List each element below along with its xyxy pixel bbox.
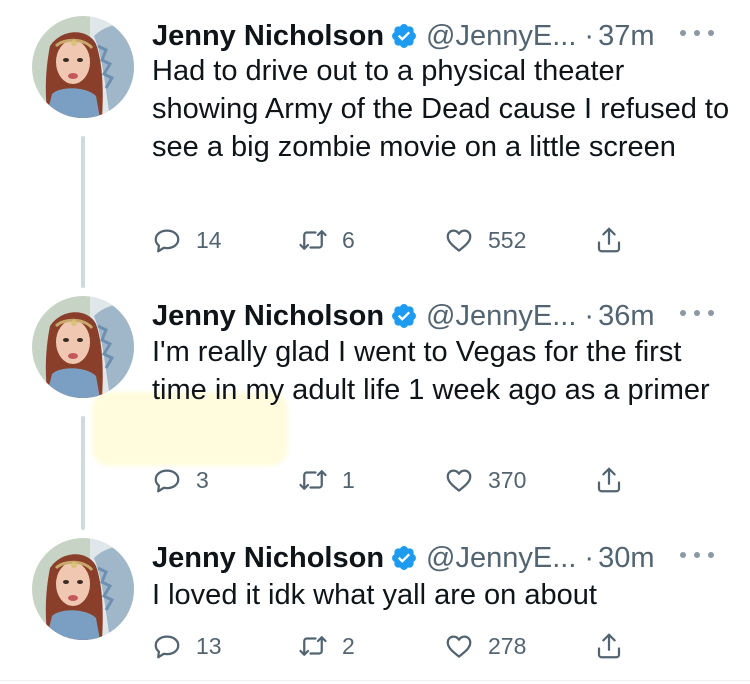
action-bar: 3 1 370: [152, 462, 652, 498]
avatar[interactable]: [32, 296, 134, 398]
reply-button[interactable]: 13: [152, 628, 222, 664]
display-name[interactable]: Jenny Nicholson: [152, 542, 384, 575]
more-options-icon[interactable]: [680, 30, 714, 40]
separator-dot: ·: [584, 541, 595, 574]
retweet-count: 1: [342, 466, 355, 493]
reply-icon: [152, 631, 182, 661]
tweet-text: Had to drive out to a physical theater s…: [152, 55, 730, 163]
timestamp[interactable]: 30m: [598, 542, 654, 575]
display-name[interactable]: Jenny Nicholson: [152, 20, 384, 53]
retweet-icon: [298, 225, 328, 255]
like-count: 552: [488, 226, 527, 253]
verified-badge-icon: [390, 302, 418, 330]
like-button[interactable]: 552: [444, 222, 526, 258]
handle[interactable]: @JennyE...: [426, 20, 576, 53]
share-icon: [594, 465, 624, 495]
reply-icon: [152, 465, 182, 495]
more-options-icon[interactable]: [680, 552, 714, 562]
action-bar: 14 6 552: [152, 222, 652, 258]
retweet-icon: [298, 631, 328, 661]
retweet-button[interactable]: 1: [298, 462, 355, 498]
share-icon: [594, 631, 624, 661]
reply-button[interactable]: 3: [152, 462, 209, 498]
like-icon: [444, 225, 474, 255]
separator-dot: ·: [584, 19, 595, 52]
reply-count: 14: [196, 226, 222, 253]
retweet-button[interactable]: 2: [298, 628, 355, 664]
like-button[interactable]: 278: [444, 628, 526, 664]
share-icon: [594, 225, 624, 255]
reply-button[interactable]: 14: [152, 222, 222, 258]
retweet-button[interactable]: 6: [298, 222, 355, 258]
tweet[interactable]: Jenny Nicholson @JennyE... · 36m I'm rea…: [0, 296, 750, 516]
handle[interactable]: @JennyE...: [426, 542, 576, 575]
timestamp[interactable]: 37m: [598, 20, 654, 53]
timestamp[interactable]: 36m: [598, 300, 654, 333]
action-bar: 13 2 278: [152, 628, 652, 664]
display-name[interactable]: Jenny Nicholson: [152, 300, 384, 333]
retweet-count: 2: [342, 632, 355, 659]
like-count: 370: [488, 466, 527, 493]
share-button[interactable]: [594, 222, 638, 258]
tweet-header: Jenny Nicholson @JennyE... · 37m: [152, 16, 654, 56]
share-button[interactable]: [594, 628, 638, 664]
reply-count: 3: [196, 466, 209, 493]
tweet[interactable]: Jenny Nicholson @JennyE... · 30m I loved…: [0, 538, 750, 678]
reply-count: 13: [196, 632, 222, 659]
tweet-text: I'm really glad I went to Vegas for the …: [152, 336, 710, 406]
tweet[interactable]: Jenny Nicholson @JennyE... · 37m Had to …: [0, 16, 750, 276]
like-button[interactable]: 370: [444, 462, 526, 498]
verified-badge-icon: [390, 544, 418, 572]
avatar[interactable]: [32, 16, 134, 118]
retweet-count: 6: [342, 226, 355, 253]
reply-icon: [152, 225, 182, 255]
divider: [0, 680, 750, 681]
like-count: 278: [488, 632, 527, 659]
handle[interactable]: @JennyE...: [426, 300, 576, 333]
tweet-header: Jenny Nicholson @JennyE... · 36m: [152, 296, 654, 336]
verified-badge-icon: [390, 22, 418, 50]
like-icon: [444, 465, 474, 495]
like-icon: [444, 631, 474, 661]
tweet-text: I loved it idk what yall are on about: [152, 579, 597, 611]
separator-dot: ·: [584, 299, 595, 332]
share-button[interactable]: [594, 462, 638, 498]
avatar[interactable]: [32, 538, 134, 640]
tweet-header: Jenny Nicholson @JennyE... · 30m: [152, 538, 654, 578]
more-options-icon[interactable]: [680, 310, 714, 320]
retweet-icon: [298, 465, 328, 495]
